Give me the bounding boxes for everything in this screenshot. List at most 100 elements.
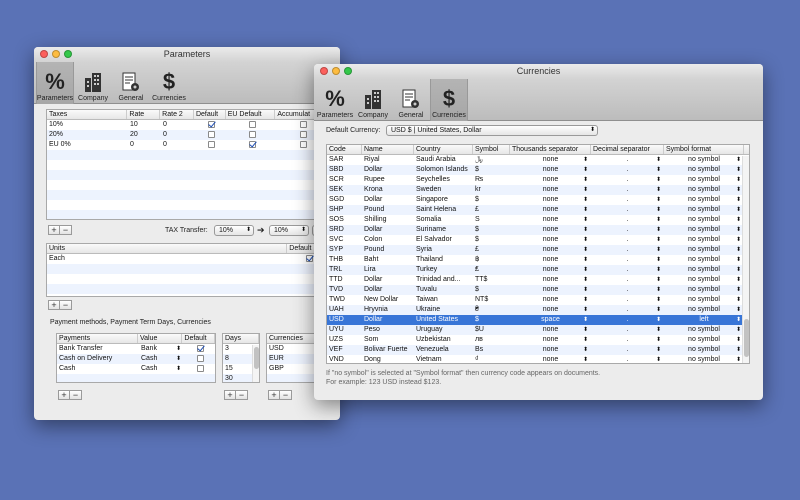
close-button[interactable] <box>40 50 48 58</box>
col-thousands-separator[interactable]: Thousands separator <box>510 145 591 154</box>
decimal-separator-select[interactable]: . ⬍ <box>591 295 664 305</box>
decimal-separator-select[interactable]: . ⬍ <box>591 205 664 215</box>
table-row[interactable]: UYU Peso Uruguay $U none ⬍. ⬍ no symbol ⬍ <box>327 325 749 335</box>
decimal-separator-select[interactable]: . ⬍ <box>591 315 664 325</box>
empty-row[interactable] <box>47 284 327 294</box>
payment-default-checkbox[interactable] <box>197 344 204 352</box>
table-row[interactable]: EUR <box>267 354 315 364</box>
payment-default-checkbox[interactable] <box>197 364 204 372</box>
currencies-titlebar[interactable]: Currencies <box>314 64 763 79</box>
payments-col-default[interactable]: Default <box>182 334 215 343</box>
thousands-separator-select[interactable]: none ⬍ <box>510 295 591 305</box>
zoom-button[interactable] <box>344 67 352 75</box>
thousands-separator-select[interactable]: none ⬍ <box>510 225 591 235</box>
units-col-name[interactable]: Units <box>47 244 288 253</box>
days-scrollbar[interactable] <box>252 345 259 382</box>
table-row[interactable]: SBD Dollar Solomon Islands $ none ⬍. ⬍ no symbo… <box>327 165 749 175</box>
toolbar-currencies[interactable]: $ Currencies <box>150 62 188 104</box>
taxes-col-rate2[interactable]: Rate 2 <box>160 110 194 119</box>
payment-default-checkbox[interactable] <box>197 354 204 362</box>
empty-row[interactable] <box>47 210 327 219</box>
symbol-format-select[interactable]: no symbol ⬍ <box>664 335 744 345</box>
toolbar-parameters[interactable]: % Parameters <box>36 62 74 104</box>
thousands-separator-select[interactable]: none ⬍ <box>510 245 591 255</box>
empty-row[interactable] <box>57 374 215 382</box>
table-row[interactable]: UZS Som Uzbekistan лв none ⬍. ⬍ no symbol ⬍ <box>327 335 749 345</box>
table-row[interactable]: SRD Dollar Suriname $ none ⬍. ⬍ no symbol ⬍ <box>327 225 749 235</box>
toolbar-currencies[interactable]: $ Currencies <box>430 79 468 121</box>
decimal-separator-select[interactable]: . ⬍ <box>591 245 664 255</box>
currencies-list-col[interactable]: Currencies <box>267 334 315 343</box>
close-button[interactable] <box>320 67 328 75</box>
payments-remove-button[interactable]: − <box>70 390 82 400</box>
thousands-separator-select[interactable]: none ⬍ <box>510 275 591 285</box>
decimal-separator-select[interactable]: . ⬍ <box>591 185 664 195</box>
table-row[interactable]: SHP Pound Saint Helena £ none ⬍. ⬍ no symbol ⬍ <box>327 205 749 215</box>
table-row[interactable]: SEK Krona Sweden kr none ⬍. ⬍ no symbol ⬍ <box>327 185 749 195</box>
zoom-button[interactable] <box>64 50 72 58</box>
table-row[interactable]: SYP Pound Syria £ none ⬍. ⬍ no symbol ⬍ <box>327 245 749 255</box>
col-decimal-separator[interactable]: Decimal separator <box>591 145 664 154</box>
parameters-titlebar[interactable]: Parameters <box>34 47 340 62</box>
payments-col-name[interactable]: Payments <box>57 334 138 343</box>
symbol-format-select[interactable]: no symbol ⬍ <box>664 255 744 265</box>
tax-accumulated-checkbox[interactable] <box>299 140 307 148</box>
thousands-separator-select[interactable]: none ⬍ <box>510 345 591 355</box>
thousands-separator-select[interactable]: none ⬍ <box>510 325 591 335</box>
col-country[interactable]: Country <box>414 145 473 154</box>
symbol-format-select[interactable]: no symbol ⬍ <box>664 325 744 335</box>
days-add-button[interactable]: + <box>224 390 236 400</box>
default-currency-select[interactable]: USD $ | United States, Dollar ⬍ <box>386 125 598 136</box>
decimal-separator-select[interactable]: . ⬍ <box>591 335 664 345</box>
symbol-format-select[interactable]: no symbol ⬍ <box>664 155 744 165</box>
toolbar-general[interactable]: General <box>112 62 150 104</box>
currencies-list-remove-button[interactable]: − <box>280 390 292 400</box>
tax-eu-default-checkbox[interactable] <box>248 120 256 128</box>
taxes-col-rate[interactable]: Rate <box>127 110 161 119</box>
toolbar-parameters[interactable]: % Parameters <box>316 79 354 121</box>
decimal-separator-select[interactable]: . ⬍ <box>591 345 664 355</box>
table-row[interactable]: SVC Colon El Salvador $ none ⬍. ⬍ no symbol ⬍ <box>327 235 749 245</box>
symbol-format-select[interactable]: no symbol ⬍ <box>664 175 744 185</box>
taxes-remove-button[interactable]: − <box>60 225 72 235</box>
decimal-separator-select[interactable]: . ⬍ <box>591 235 664 245</box>
thousands-separator-select[interactable]: none ⬍ <box>510 185 591 195</box>
payment-value[interactable]: Bank ⬍ <box>139 344 184 354</box>
table-row[interactable]: SAR Riyal Saudi Arabia ﷼ none ⬍. ⬍ no symbol ⬍ <box>327 155 749 165</box>
col-code[interactable]: Code <box>327 145 362 154</box>
tax-accumulated-checkbox[interactable] <box>299 120 307 128</box>
units-add-button[interactable]: + <box>48 300 60 310</box>
decimal-separator-select[interactable]: . ⬍ <box>591 225 664 235</box>
col-symbol-format[interactable]: Symbol format <box>664 145 744 154</box>
symbol-format-select[interactable]: no symbol ⬍ <box>664 285 744 295</box>
thousands-separator-select[interactable]: none ⬍ <box>510 235 591 245</box>
minimize-button[interactable] <box>52 50 60 58</box>
table-row[interactable]: THB Baht Thailand ฿ none ⬍. ⬍ no symbol ⬍ <box>327 255 749 265</box>
taxes-col-eu-default[interactable]: EU Default <box>226 110 276 119</box>
table-row[interactable]: SGD Dollar Singapore $ none ⬍. ⬍ no symbol ⬍ <box>327 195 749 205</box>
thousands-separator-select[interactable]: none ⬍ <box>510 195 591 205</box>
toolbar-general[interactable]: General <box>392 79 430 121</box>
symbol-format-select[interactable]: no symbol ⬍ <box>664 265 744 275</box>
tax-eu-default-checkbox[interactable] <box>248 130 256 138</box>
symbol-format-select[interactable]: no symbol ⬍ <box>664 165 744 175</box>
table-row[interactable]: VND Dong Vietnam ₫ none ⬍. ⬍ no symbol ⬍ <box>327 355 749 363</box>
table-row[interactable]: EU 0% 0 0 <box>47 140 327 150</box>
days-scrollbar-thumb[interactable] <box>254 347 259 369</box>
symbol-format-select[interactable]: no symbol ⬍ <box>664 225 744 235</box>
empty-row[interactable] <box>47 170 327 180</box>
tax-eu-default-checkbox[interactable] <box>248 140 256 148</box>
symbol-format-select[interactable]: no symbol ⬍ <box>664 185 744 195</box>
table-row[interactable]: SOS Shilling Somalia Snone ⬍. ⬍ no symbol ⬍ <box>327 215 749 225</box>
table-row[interactable]: 10% 10 0 <box>47 120 327 130</box>
decimal-separator-select[interactable]: . ⬍ <box>591 155 664 165</box>
table-row[interactable]: TTD Dollar Trinidad and... TT$ none ⬍. ⬍ no sym… <box>327 275 749 285</box>
decimal-separator-select[interactable]: . ⬍ <box>591 265 664 275</box>
table-row[interactable]: GBP <box>267 364 315 374</box>
symbol-format-select[interactable]: no symbol ⬍ <box>664 205 744 215</box>
decimal-separator-select[interactable]: . ⬍ <box>591 165 664 175</box>
thousands-separator-select[interactable]: none ⬍ <box>510 305 591 315</box>
decimal-separator-select[interactable]: . ⬍ <box>591 275 664 285</box>
table-row[interactable]: USD <box>267 344 315 354</box>
symbol-format-select[interactable]: no symbol ⬍ <box>664 245 744 255</box>
